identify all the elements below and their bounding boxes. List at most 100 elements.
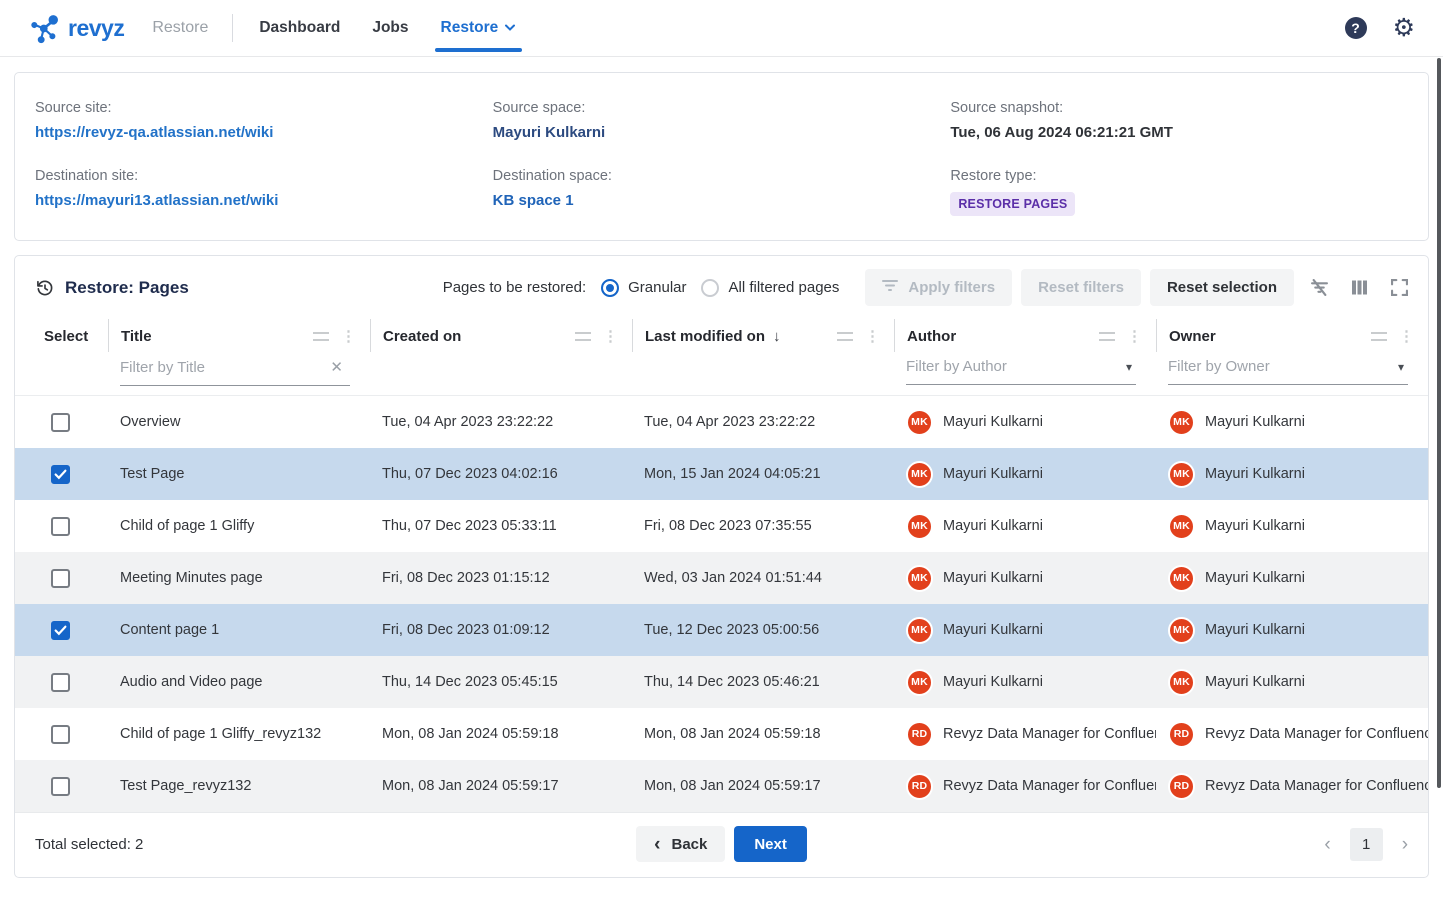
created-on-cell: Fri, 08 Dec 2023 01:15:12	[370, 570, 632, 586]
table-row[interactable]: Test Page_revyz132 Mon, 08 Jan 2024 05:5…	[15, 760, 1428, 812]
table-row[interactable]: Audio and Video page Thu, 14 Dec 2023 05…	[15, 656, 1428, 708]
filter-off-icon[interactable]	[1311, 279, 1328, 296]
radio-all-filtered-pages[interactable]	[701, 279, 719, 297]
column-menu-icon[interactable]	[575, 332, 591, 341]
nav-item-jobs[interactable]: Jobs	[372, 0, 408, 57]
destination-site-field: Destination site: https://mayuri13.atlas…	[35, 168, 493, 216]
caret-down-icon: ▾	[1398, 360, 1404, 374]
owner-avatar: MK	[1168, 513, 1195, 540]
radio-granular[interactable]	[601, 279, 619, 297]
page-title-cell: Test Page	[108, 466, 370, 482]
row-checkbox[interactable]	[51, 777, 70, 796]
owner-name: Mayuri Kulkarni	[1205, 674, 1305, 690]
page-title-cell: Child of page 1 Gliffy	[108, 518, 370, 534]
kebab-menu-icon[interactable]: ⋮	[1127, 329, 1142, 344]
column-menu-icon[interactable]	[1371, 332, 1387, 341]
kebab-menu-icon[interactable]: ⋮	[1399, 329, 1414, 344]
column-menu-icon[interactable]	[837, 332, 853, 341]
table-row[interactable]: Meeting Minutes page Fri, 08 Dec 2023 01…	[15, 552, 1428, 604]
chevron-left-icon: ‹	[654, 835, 660, 854]
current-page-button[interactable]: 1	[1350, 828, 1383, 861]
column-menu-icon[interactable]	[313, 332, 329, 341]
table-body: Overview Tue, 04 Apr 2023 23:22:22 Tue, …	[15, 396, 1428, 812]
page-title-cell: Meeting Minutes page	[108, 570, 370, 586]
author-filter-select[interactable]: Filter by Author ▾	[906, 354, 1136, 385]
title-filter-input[interactable]	[120, 359, 327, 376]
source-snapshot-value: Tue, 06 Aug 2024 06:21:21 GMT	[950, 124, 1408, 141]
kebab-menu-icon[interactable]: ⋮	[341, 329, 356, 344]
nav-section-label[interactable]: Restore	[152, 19, 208, 37]
revyz-logo-icon[interactable]	[30, 13, 61, 44]
row-checkbox[interactable]	[51, 569, 70, 588]
table-row[interactable]: Test Page Thu, 07 Dec 2023 04:02:16 Mon,…	[15, 448, 1428, 500]
created-on-cell: Mon, 08 Jan 2024 05:59:17	[370, 778, 632, 794]
page-next-icon[interactable]: ›	[1402, 835, 1408, 854]
radio-option-granular[interactable]: Granular	[601, 279, 686, 297]
row-checkbox[interactable]	[51, 413, 70, 432]
page-title-cell: Overview	[108, 414, 370, 430]
destination-space-field: Destination space: KB space 1	[493, 168, 951, 216]
author-name: Revyz Data Manager for Confluence	[943, 726, 1156, 742]
author-name: Mayuri Kulkarni	[943, 518, 1043, 534]
row-checkbox[interactable]	[51, 725, 70, 744]
source-site-field: Source site: https://revyz-qa.atlassian.…	[35, 100, 493, 141]
pagination: ‹ 1 ›	[1324, 828, 1408, 861]
gear-icon[interactable]: ⚙	[1393, 16, 1415, 41]
last-modified-on-cell: Wed, 03 Jan 2024 01:51:44	[632, 570, 894, 586]
last-modified-on-cell: Mon, 08 Jan 2024 05:59:17	[632, 778, 894, 794]
vertical-scrollbar[interactable]	[1437, 58, 1441, 788]
destination-space-label: Destination space:	[493, 168, 951, 184]
owner-filter-select[interactable]: Filter by Owner ▾	[1168, 354, 1408, 385]
owner-avatar: MK	[1168, 409, 1195, 436]
total-selected-text: Total selected: 2	[35, 836, 636, 853]
help-icon[interactable]: ?	[1345, 17, 1367, 39]
created-on-cell: Mon, 08 Jan 2024 05:59:18	[370, 726, 632, 742]
created-on-cell: Thu, 14 Dec 2023 05:45:15	[370, 674, 632, 690]
destination-site-link[interactable]: https://mayuri13.atlassian.net/wiki	[35, 192, 493, 209]
table-row[interactable]: Child of page 1 Gliffy Thu, 07 Dec 2023 …	[15, 500, 1428, 552]
restore-type-label: Restore type:	[950, 168, 1408, 184]
restore-history-icon	[35, 278, 55, 298]
kebab-menu-icon[interactable]: ⋮	[603, 329, 618, 344]
reset-filters-button[interactable]: Reset filters	[1021, 269, 1141, 306]
column-header-title: Title ⋮	[108, 319, 370, 352]
sort-desc-icon[interactable]: ↓	[773, 328, 781, 345]
author-name: Mayuri Kulkarni	[943, 622, 1043, 638]
columns-icon[interactable]	[1351, 279, 1368, 296]
brand-name[interactable]: revyz	[68, 15, 124, 42]
fullscreen-icon[interactable]	[1391, 279, 1408, 296]
radio-group-label: Pages to be restored:	[443, 279, 586, 296]
page-previous-icon[interactable]: ‹	[1324, 835, 1330, 854]
back-button[interactable]: ‹ Back	[636, 826, 725, 862]
owner-avatar: MK	[1168, 461, 1195, 488]
column-header-last-modified-on: Last modified on ↓ ⋮	[632, 319, 894, 352]
source-site-link[interactable]: https://revyz-qa.atlassian.net/wiki	[35, 124, 493, 141]
column-menu-icon[interactable]	[1099, 332, 1115, 341]
kebab-menu-icon[interactable]: ⋮	[865, 329, 880, 344]
table-row[interactable]: Content page 1 Fri, 08 Dec 2023 01:09:12…	[15, 604, 1428, 656]
owner-name: Mayuri Kulkarni	[1205, 466, 1305, 482]
clear-filter-icon[interactable]: ✕	[327, 358, 346, 376]
row-checkbox[interactable]	[51, 517, 70, 536]
nav-item-restore[interactable]: Restore	[441, 0, 517, 57]
table-row[interactable]: Overview Tue, 04 Apr 2023 23:22:22 Tue, …	[15, 396, 1428, 448]
destination-site-label: Destination site:	[35, 168, 493, 184]
owner-avatar: MK	[1168, 617, 1195, 644]
author-name: Mayuri Kulkarni	[943, 570, 1043, 586]
apply-filters-button[interactable]: Apply filters	[865, 269, 1012, 306]
restore-summary-card: Source site: https://revyz-qa.atlassian.…	[14, 72, 1429, 241]
pages-restored-radio-group: Pages to be restored: Granular All filte…	[443, 279, 840, 297]
row-checkbox[interactable]	[51, 621, 70, 640]
created-on-cell: Thu, 07 Dec 2023 04:02:16	[370, 466, 632, 482]
author-avatar: MK	[906, 669, 933, 696]
author-avatar: MK	[906, 565, 933, 592]
owner-name: Revyz Data Manager for Confluence	[1205, 726, 1428, 742]
next-button[interactable]: Next	[734, 826, 807, 862]
reset-selection-button[interactable]: Reset selection	[1150, 269, 1294, 306]
radio-option-all-filtered-pages[interactable]: All filtered pages	[701, 279, 839, 297]
row-checkbox[interactable]	[51, 465, 70, 484]
row-checkbox[interactable]	[51, 673, 70, 692]
nav-item-dashboard[interactable]: Dashboard	[259, 0, 340, 57]
table-row[interactable]: Child of page 1 Gliffy_revyz132 Mon, 08 …	[15, 708, 1428, 760]
author-avatar: RD	[906, 773, 933, 800]
